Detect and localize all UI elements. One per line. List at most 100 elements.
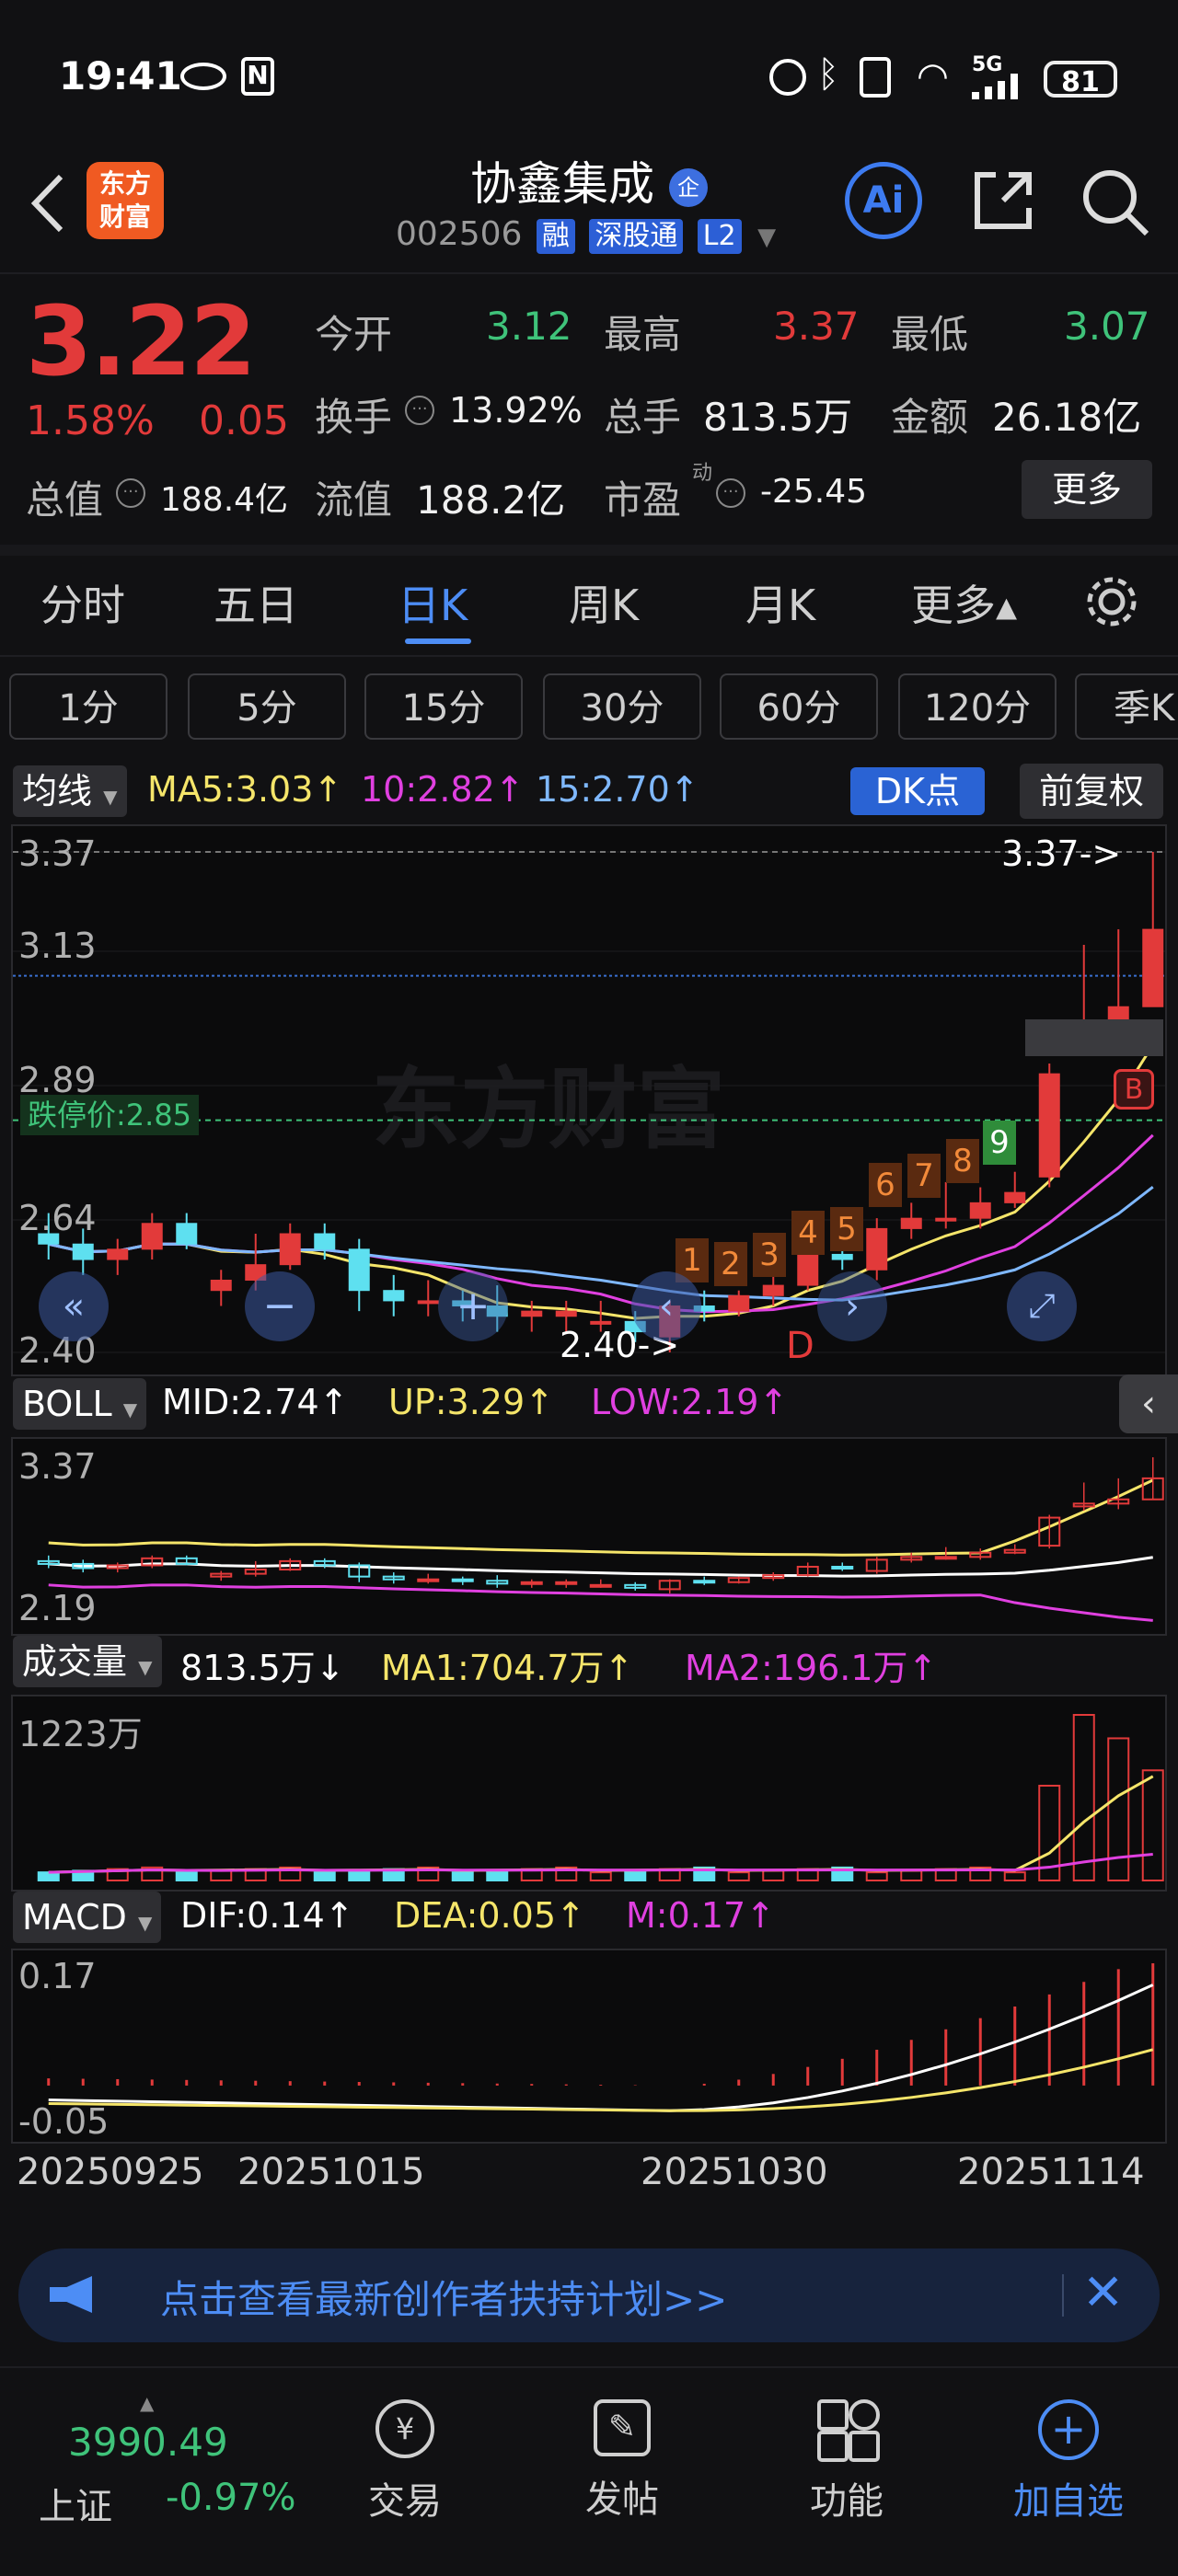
ma-selector[interactable]: 均线 ▼: [13, 765, 127, 817]
period-1min[interactable]: 1分: [9, 673, 167, 740]
chevron-down-icon: ▼: [138, 1912, 153, 1934]
nav-add-watchlist-label: 加自选: [1013, 2480, 1124, 2523]
seq-number: 3: [753, 1233, 786, 1277]
volume-value: 813.5万: [703, 395, 853, 440]
candle-body: [141, 1223, 163, 1250]
chevron-down-icon: ▼: [122, 1398, 138, 1420]
open-label: 今开: [315, 312, 393, 357]
volume-ma1-line: [48, 1775, 1154, 1874]
step-left-icon[interactable]: ‹: [631, 1271, 701, 1341]
more-button[interactable]: 更多: [1022, 460, 1152, 519]
period-120min[interactable]: 120分: [898, 673, 1057, 740]
tab-more[interactable]: 更多▴: [911, 572, 1017, 633]
amount-label: 金额: [891, 395, 969, 440]
candle-body: [72, 1243, 94, 1260]
ai-icon[interactable]: Ai: [845, 162, 922, 239]
dk-point-button[interactable]: DK点: [850, 767, 985, 815]
enterprise-badge-icon: 企: [668, 167, 708, 207]
period-5min[interactable]: 5分: [188, 673, 346, 740]
boll-candle-body: [934, 1556, 957, 1560]
low-value: 3.07: [1064, 304, 1150, 349]
volume-bar: [1141, 1769, 1164, 1881]
volume-bar: [727, 1871, 750, 1881]
boll-svg: [37, 1457, 1164, 1622]
boll-upper-line: [48, 1478, 1154, 1557]
candle-body: [1038, 1073, 1060, 1178]
stock-code-row[interactable]: 002506 融 深股通 L2 ▼: [396, 215, 776, 254]
scroll-left-icon[interactable]: «: [39, 1271, 109, 1341]
volume-bar: [589, 1871, 612, 1881]
tab-five-day[interactable]: 五日: [214, 572, 298, 633]
period-quarter[interactable]: 季K: [1075, 673, 1178, 740]
candle-body: [176, 1223, 198, 1245]
macd-dif: DIF:0.14↑: [180, 1895, 354, 1936]
low-label: 最低: [891, 312, 969, 357]
tab-daily-k[interactable]: 日K: [398, 572, 468, 633]
pe-label: 市盈: [604, 477, 682, 523]
candle-body: [935, 1217, 957, 1222]
open-value: 3.12: [486, 304, 572, 349]
info-icon[interactable]: ···: [716, 478, 745, 508]
tag-connect: 深股通: [589, 219, 684, 254]
y-axis-label: 2.64: [18, 1198, 97, 1238]
promo-banner[interactable]: 点击查看最新创作者扶持计划>> ✕: [18, 2248, 1160, 2342]
tag-level2: L2: [697, 219, 742, 254]
tab-timeshare[interactable]: 分时: [40, 572, 125, 633]
volume-y-top: 1223万: [18, 1714, 143, 1754]
step-right-icon[interactable]: ›: [817, 1271, 887, 1341]
boll-candle-body: [693, 1580, 716, 1584]
collapse-panel-icon[interactable]: ‹: [1119, 1374, 1178, 1433]
grid-icon: [817, 2399, 880, 2462]
volume-bar: [313, 1871, 336, 1881]
seq-number: 8: [946, 1139, 979, 1183]
tab-monthly-k[interactable]: 月K: [745, 572, 815, 633]
index-ticker[interactable]: ▲ 3990.49 上证 -0.97%: [37, 2392, 313, 2539]
period-15min[interactable]: 15分: [364, 673, 523, 740]
macd-dif-line: [48, 1984, 1154, 2112]
volume-selector[interactable]: 成交量 ▼: [13, 1636, 162, 1687]
period-30min[interactable]: 30分: [543, 673, 701, 740]
nav-add-watchlist[interactable]: + 加自选: [999, 2399, 1138, 2524]
wifi-icon: ◠: [917, 55, 949, 98]
nav-post[interactable]: ✎ 发帖: [567, 2399, 677, 2523]
index-value: 3990.49: [68, 2420, 228, 2465]
boll-candle-body: [520, 1581, 543, 1585]
high-marker: 3.37->: [1001, 834, 1122, 874]
close-icon[interactable]: ✕: [1082, 2263, 1124, 2321]
volume-bar: [451, 1871, 474, 1881]
zoom-out-icon[interactable]: −: [245, 1271, 315, 1341]
macd-selector[interactable]: MACD ▼: [13, 1892, 162, 1943]
status-time: 19:41: [59, 53, 182, 98]
chevron-down-icon[interactable]: ▼: [757, 224, 776, 251]
search-icon[interactable]: [1079, 166, 1152, 239]
candle-body: [762, 1284, 784, 1296]
share-icon[interactable]: [968, 166, 1038, 236]
candle-body: [521, 1310, 543, 1317]
volume-bar: [1072, 1714, 1095, 1881]
period-60min[interactable]: 60分: [720, 673, 878, 740]
info-icon[interactable]: ···: [405, 396, 434, 425]
nav-features[interactable]: 功能: [791, 2399, 902, 2524]
info-icon[interactable]: ···: [116, 478, 145, 508]
candle-body: [383, 1290, 405, 1302]
boll-selector[interactable]: BOLL ▼: [13, 1378, 147, 1430]
fullscreen-icon[interactable]: ⤢: [1007, 1271, 1077, 1341]
volume-selector-label: 成交量: [22, 1641, 128, 1682]
kline-chart[interactable]: 东方财富 3.37 3.13 2.89 2.64 2.40 跌停价:2.85 3…: [11, 824, 1167, 1376]
volume-svg: [37, 1714, 1164, 1882]
stock-name: 协鑫集成: [470, 157, 655, 211]
settings-gear-icon[interactable]: [1082, 572, 1141, 631]
megaphone-icon: [50, 2276, 92, 2313]
volume-bar: [900, 1869, 923, 1881]
adjust-button[interactable]: 前复权: [1020, 764, 1163, 819]
nav-trade[interactable]: ¥ 交易: [350, 2399, 460, 2524]
signal-icon: [972, 74, 1031, 99]
vibrate-icon: [860, 57, 891, 98]
tab-weekly-k[interactable]: 周K: [569, 572, 639, 633]
candle-body: [417, 1300, 439, 1305]
zoom-in-icon[interactable]: +: [438, 1271, 508, 1341]
x-axis-date: 20251114: [957, 2151, 1145, 2193]
index-change: -0.97%: [166, 2477, 296, 2519]
change-amount: 0.05: [199, 397, 289, 444]
banner-text: 点击查看最新创作者扶持计划>>: [160, 2277, 728, 2322]
